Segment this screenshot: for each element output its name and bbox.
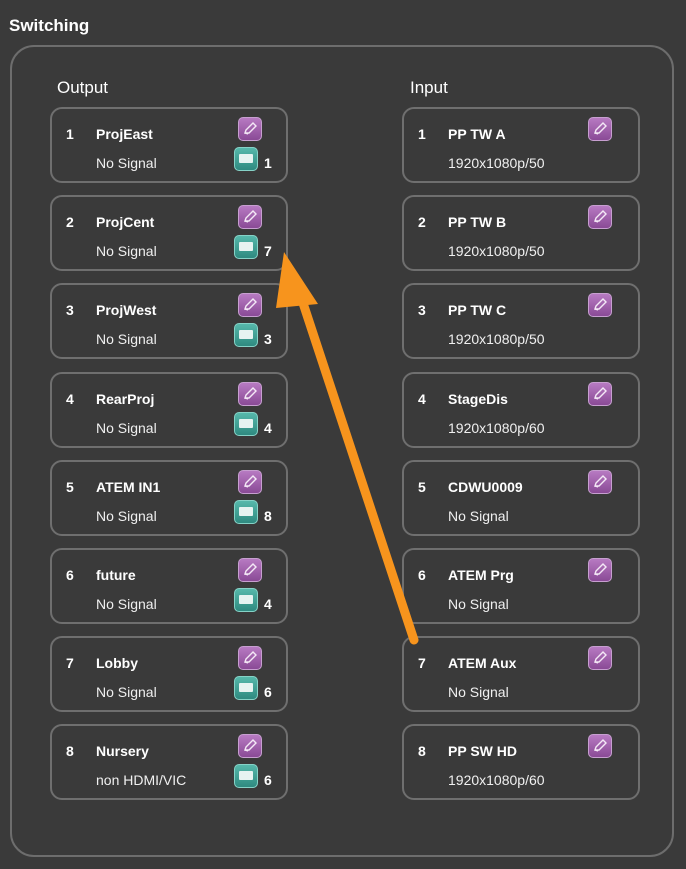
- annotation-arrow: [276, 252, 419, 645]
